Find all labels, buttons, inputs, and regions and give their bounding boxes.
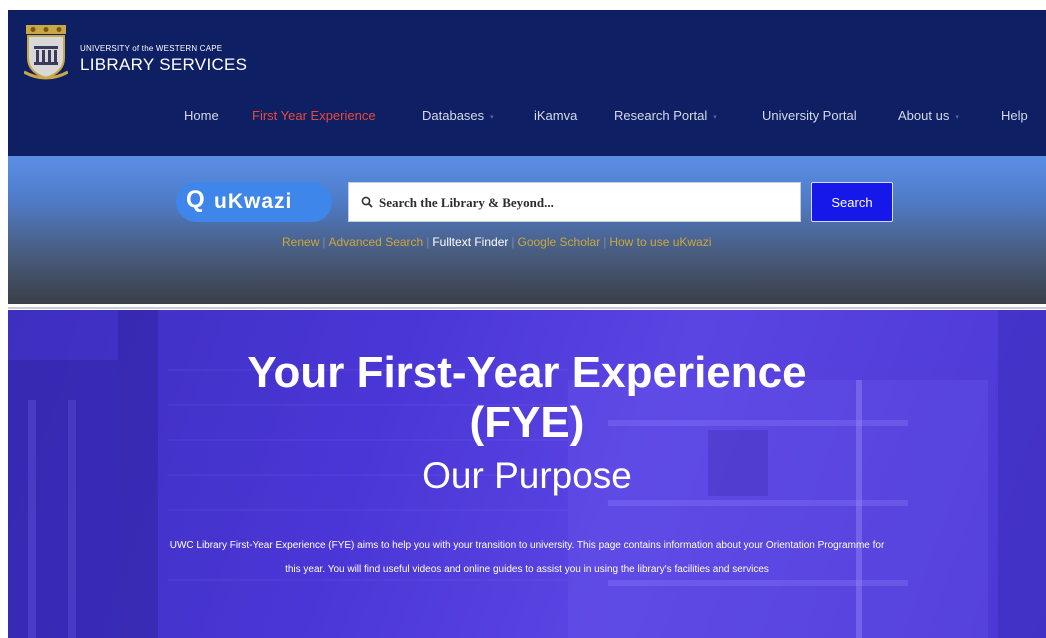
hero-divider: [8, 307, 1046, 309]
quick-links: Renew | Advanced Search | Fulltext Finder | Go…: [282, 235, 711, 249]
advanced-search-link[interactable]: Advanced Search: [328, 235, 423, 249]
site-logo-text[interactable]: UNIVERSITY of the WESTERN CAPE LIBRARY S…: [80, 44, 247, 75]
link-separator: |: [603, 235, 607, 249]
google-scholar-link[interactable]: Google Scholar: [518, 235, 601, 249]
site-header: UNIVERSITY of the WESTERN CAPE LIBRARY S…: [8, 10, 1046, 156]
nav-item-about-us[interactable]: About us ▾: [898, 108, 959, 123]
ukwazi-brand: uKwazi: [214, 190, 293, 213]
search-box: [348, 182, 801, 222]
search-icon: [361, 196, 373, 208]
link-separator: |: [511, 235, 515, 249]
nav-item-ikamva[interactable]: iKamva: [534, 108, 577, 123]
fulltext-finder-link[interactable]: Fulltext Finder: [432, 235, 508, 249]
chevron-down-icon: ▾: [713, 113, 717, 121]
link-separator: |: [322, 235, 326, 249]
nav-item-research-portal[interactable]: Research Portal ▾: [614, 108, 717, 123]
hero-banner: Your First-Year Experience (FYE) Our Pur…: [8, 310, 1046, 638]
chevron-down-icon: ▾: [955, 113, 959, 121]
ukwazi-logo[interactable]: Q uKwazi: [176, 182, 332, 222]
ukwazi-q-icon: Q: [186, 186, 205, 213]
main-nav: Home First Year Experience Databases ▾ iK…: [8, 108, 1046, 128]
search-button[interactable]: Search: [811, 182, 893, 222]
search-band: Q uKwazi Search Renew|Advanced Search|Fu…: [8, 156, 1046, 304]
how-to-use-ukwazi-link[interactable]: How to use uKwazi: [609, 235, 711, 249]
hero-title: Your First-Year Experience (FYE): [8, 348, 1046, 448]
nav-item-databases[interactable]: Databases ▾: [422, 108, 494, 123]
renew-link[interactable]: Renew: [282, 235, 319, 249]
nav-item-first-year-experience[interactable]: First Year Experience: [252, 108, 376, 123]
chevron-down-icon: ▾: [490, 113, 494, 121]
nav-item-university-portal[interactable]: University Portal: [762, 108, 857, 123]
nav-item-help[interactable]: Help: [1001, 108, 1028, 123]
hero-subtitle: Our Purpose: [422, 455, 632, 496]
search-input[interactable]: [377, 192, 791, 214]
hero-description: UWC Library First-Year Experience (FYE) …: [169, 540, 885, 575]
hero-title-line-1: Your First-Year Experience: [247, 348, 807, 397]
uwc-crest-icon[interactable]: [23, 24, 69, 82]
nav-item-home[interactable]: Home: [184, 108, 219, 123]
link-separator: |: [426, 235, 430, 249]
library-services-title: LIBRARY SERVICES: [80, 55, 248, 74]
hero-title-line-2: (FYE): [469, 398, 585, 447]
university-name: UNIVERSITY of the WESTERN CAPE: [80, 44, 223, 53]
